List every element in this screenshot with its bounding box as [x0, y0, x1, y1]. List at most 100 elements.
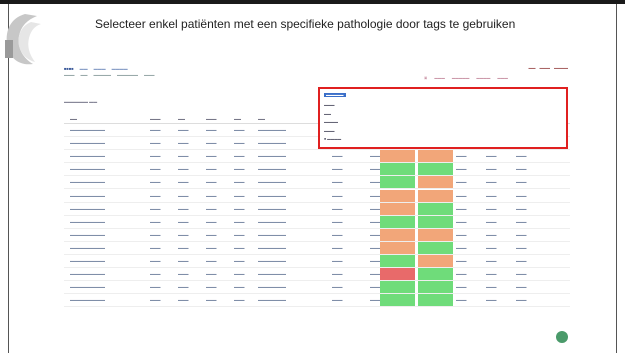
blurred-cell: ▬▬▬ [516, 167, 527, 172]
tag-filter-dropdown[interactable]: ▬▬▬▬▬ ▬▬▬ ▬▬ ▬▬▬▬ ▬▬▬ ■ ▬▬▬▬ [318, 87, 568, 149]
table-row[interactable]: ▬▬▬▬▬▬▬▬▬▬▬▬▬▬▬▬▬▬▬▬▬▬▬▬▬▬▬▬▬▬▬▬▬▬▬▬▬▬▬▬… [64, 294, 570, 308]
top-navigation: ■■■■ ▬▬ ▬▬▬ ▬▬▬▬ [64, 66, 128, 72]
blurred-cell: ▬▬▬▬▬▬▬▬▬▬ [70, 141, 105, 146]
status-indicator [380, 189, 415, 202]
blurred-cell: ▬▬▬▬▬▬▬▬▬▬ [70, 154, 105, 159]
blurred-cell: ▬▬▬▬▬▬▬▬ [258, 219, 286, 224]
blurred-cell: ▬▬▬ [178, 154, 189, 159]
blurred-cell: ▬▬▬ [150, 128, 161, 133]
help-button[interactable] [556, 331, 568, 343]
nav-item[interactable]: ▬▬▬▬▬▬ [117, 73, 138, 77]
blurred-cell: ▬▬▬ [178, 141, 189, 146]
status-indicator [418, 215, 453, 228]
filter-icon[interactable]: ▣ [424, 76, 427, 80]
table-row[interactable]: ▬▬▬▬▬▬▬▬▬▬▬▬▬▬▬▬▬▬▬▬▬▬▬▬▬▬▬▬▬▬▬▬▬▬▬▬▬▬▬▬… [64, 254, 570, 269]
blurred-cell: ▬▬▬ [234, 298, 245, 303]
blurred-cell: ▬▬▬ [486, 285, 497, 290]
toolbar: ▣ ▬▬▬ ▬▬▬▬▬ ▬▬▬▬ ▬▬▬ [424, 76, 508, 80]
blurred-cell: ▬▬▬ [456, 167, 467, 172]
table-row[interactable]: ▬▬▬▬▬▬▬▬▬▬▬▬▬▬▬▬▬▬▬▬▬▬▬▬▬▬▬▬▬▬▬▬▬▬▬▬▬▬▬▬… [64, 228, 570, 242]
table-row[interactable]: ▬▬▬▬▬▬▬▬▬▬▬▬▬▬▬▬▬▬▬▬▬▬▬▬▬▬▬▬▬▬▬▬▬▬▬▬▬▬▬▬… [64, 176, 570, 190]
blurred-cell: ▬▬▬ [150, 141, 161, 146]
blurred-cell: ▬▬▬ [332, 258, 343, 263]
table-row[interactable]: ▬▬▬▬▬▬▬▬▬▬▬▬▬▬▬▬▬▬▬▬▬▬▬▬▬▬▬▬▬▬▬▬▬▬▬▬▬▬▬▬… [64, 268, 570, 282]
status-cell [418, 189, 456, 202]
status-indicator [380, 163, 415, 176]
nav-item[interactable]: ▬▬▬ [144, 73, 155, 77]
status-indicator [418, 294, 453, 307]
blurred-cell: ▬▬▬ [456, 272, 467, 277]
blurred-cell: ▬▬▬ [206, 128, 217, 133]
blurred-cell: ▬▬▬ [206, 154, 217, 159]
status-indicator [418, 241, 453, 254]
blurred-cell: ▬▬▬ [178, 285, 189, 290]
table-row[interactable]: ▬▬▬▬▬▬▬▬▬▬▬▬▬▬▬▬▬▬▬▬▬▬▬▬▬▬▬▬▬▬▬▬▬▬▬▬▬▬▬▬… [64, 241, 570, 255]
blurred-cell: ▬▬▬ [206, 167, 217, 172]
blurred-cell: ▬▬▬▬▬▬▬▬ [258, 154, 286, 159]
status-cell [380, 281, 418, 294]
nav-item[interactable]: ▬▬▬ [94, 66, 106, 72]
blurred-cell: ▬▬▬ [150, 298, 161, 303]
blurred-cell: ▬▬▬ [516, 298, 527, 303]
toolbar-item[interactable]: ▬▬▬▬▬ [452, 76, 470, 80]
dropdown-item[interactable]: ▬▬▬ [324, 103, 335, 107]
table-row[interactable]: ▬▬▬▬▬▬▬▬▬▬▬▬▬▬▬▬▬▬▬▬▬▬▬▬▬▬▬▬▬▬▬▬▬▬▬▬▬▬▬▬… [64, 163, 570, 177]
dropdown-item[interactable]: ▬▬▬▬▬ [324, 93, 346, 97]
dropdown-item[interactable]: ▬▬▬▬ [324, 120, 338, 124]
blurred-cell: ▬▬▬▬▬▬▬▬▬▬ [70, 298, 105, 303]
search-row[interactable]: ▬▬▬▬▬▬ ▬▬ [64, 99, 97, 104]
brand-logo: ■■■■ [64, 66, 74, 71]
blurred-cell: ▬▬▬ [234, 285, 245, 290]
user-link[interactable]: ▬▬ [529, 66, 536, 70]
status-indicator [380, 281, 415, 294]
status-cell [418, 176, 456, 189]
blurred-cell: ▬▬▬▬▬▬▬▬ [258, 258, 286, 263]
blurred-cell: ▬▬▬ [178, 298, 189, 303]
table-row[interactable]: ▬▬▬▬▬▬▬▬▬▬▬▬▬▬▬▬▬▬▬▬▬▬▬▬▬▬▬▬▬▬▬▬▬▬▬▬▬▬▬▬… [64, 215, 570, 229]
blurred-cell: ▬▬▬ [234, 128, 245, 133]
nav-item[interactable]: ▬▬ [80, 66, 88, 72]
dropdown-item[interactable]: ▬▬ [324, 112, 331, 116]
table-row[interactable]: ▬▬▬▬▬▬▬▬▬▬▬▬▬▬▬▬▬▬▬▬▬▬▬▬▬▬▬▬▬▬▬▬▬▬▬▬▬▬▬▬… [64, 281, 570, 295]
blurred-cell: ▬▬▬▬▬▬▬▬▬▬ [70, 193, 105, 198]
table-row[interactable]: ▬▬▬▬▬▬▬▬▬▬▬▬▬▬▬▬▬▬▬▬▬▬▬▬▬▬▬▬▬▬▬▬▬▬▬▬▬▬▬▬… [64, 150, 570, 164]
blurred-cell: ▬▬▬ [370, 206, 380, 211]
blurred-cell: ▬▬▬ [206, 206, 217, 211]
status-cell [380, 163, 418, 176]
status-cell [380, 176, 418, 189]
blurred-cell: ▬▬▬ [370, 154, 380, 159]
blurred-cell: ▬▬▬ [456, 298, 467, 303]
blurred-cell: ▬▬▬ [206, 298, 217, 303]
blurred-cell: ▬▬▬ [150, 206, 161, 211]
status-indicator [380, 150, 415, 163]
blurred-cell: ▬▬▬ [206, 219, 217, 224]
blurred-cell: ▬▬▬ [486, 245, 497, 250]
status-cell [418, 268, 456, 281]
blurred-cell: ▬▬▬ [234, 245, 245, 250]
toolbar-item[interactable]: ▬▬▬ [497, 76, 508, 80]
nav-item[interactable]: ▬▬ [81, 73, 88, 77]
blurred-cell: ▬▬▬ [332, 180, 343, 185]
blurred-cell: ▬▬▬ [456, 206, 467, 211]
user-link[interactable]: ▬▬▬ [540, 66, 551, 70]
nav-item[interactable]: ▬▬▬ [64, 73, 75, 77]
toolbar-item[interactable]: ▬▬▬ [434, 76, 445, 80]
nav-item[interactable]: ▬▬▬▬ [112, 66, 128, 72]
blurred-cell: ▬▬▬ [516, 285, 527, 290]
status-cell [380, 202, 418, 215]
blurred-cell: ▬▬▬ [456, 219, 467, 224]
toolbar-item[interactable]: ▬▬▬▬ [476, 76, 490, 80]
blurred-cell: ▬▬▬ [150, 180, 161, 185]
nav-item[interactable]: ▬▬▬▬▬ [94, 73, 112, 77]
user-link[interactable]: ▬▬▬▬ [554, 66, 568, 70]
blurred-cell: ▬▬▬ [150, 245, 161, 250]
dropdown-item[interactable]: ■ ▬▬▬▬ [324, 137, 341, 141]
blurred-cell: ▬▬▬ [178, 180, 189, 185]
table-row[interactable]: ▬▬▬▬▬▬▬▬▬▬▬▬▬▬▬▬▬▬▬▬▬▬▬▬▬▬▬▬▬▬▬▬▬▬▬▬▬▬▬▬… [64, 202, 570, 216]
status-indicator [418, 228, 453, 241]
blurred-cell: ▬▬▬ [332, 232, 343, 237]
table-row[interactable]: ▬▬▬▬▬▬▬▬▬▬▬▬▬▬▬▬▬▬▬▬▬▬▬▬▬▬▬▬▬▬▬▬▬▬▬▬▬▬▬▬… [64, 189, 570, 203]
dropdown-item[interactable]: ▬▬▬ [324, 129, 335, 133]
status-indicator [418, 202, 453, 215]
blurred-cell: ▬▬▬ [486, 272, 497, 277]
